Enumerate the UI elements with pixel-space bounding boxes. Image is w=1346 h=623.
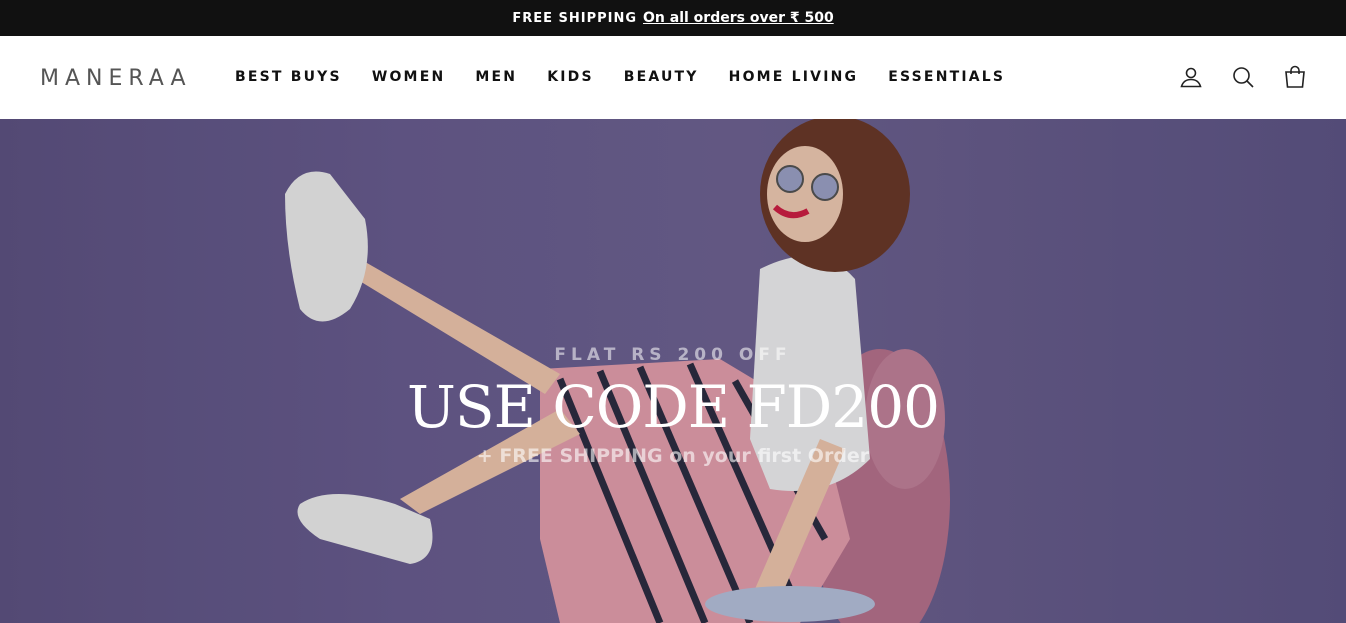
hero-banner[interactable]: FLAT RS 200 OFF USE CODE FD200 + FREE SH… — [0, 119, 1346, 623]
hero-subtitle: + FREE SHIPPING on your first Order — [476, 445, 870, 467]
nav-item-essentials[interactable]: ESSENTIALS — [888, 69, 1005, 85]
site-header: MANERAA BEST BUYS WOMEN MEN KIDS BEAUTY … — [0, 36, 1346, 119]
search-icon[interactable] — [1230, 64, 1256, 90]
logo[interactable]: MANERAA — [40, 66, 192, 91]
account-icon[interactable] — [1178, 64, 1204, 90]
hero-text-block: FLAT RS 200 OFF USE CODE FD200 + FREE SH… — [0, 345, 1346, 467]
nav-item-best-buys[interactable]: BEST BUYS — [235, 69, 342, 85]
nav-item-kids[interactable]: KIDS — [547, 69, 594, 85]
nav-item-women[interactable]: WOMEN — [372, 69, 446, 85]
hero-title: USE CODE FD200 — [406, 373, 940, 441]
main-nav: BEST BUYS WOMEN MEN KIDS BEAUTY HOME LIV… — [235, 69, 1035, 85]
nav-item-home-living[interactable]: HOME LIVING — [729, 69, 859, 85]
announcement-bar: FREE SHIPPING On all orders over ₹ 500 — [0, 0, 1346, 36]
nav-item-beauty[interactable]: BEAUTY — [624, 69, 699, 85]
header-icons — [1178, 64, 1308, 90]
hero-eyebrow: FLAT RS 200 OFF — [554, 345, 792, 365]
announcement-lead: FREE SHIPPING — [512, 10, 638, 26]
nav-item-men[interactable]: MEN — [475, 69, 517, 85]
cart-icon[interactable] — [1282, 64, 1308, 90]
announcement-link[interactable]: On all orders over ₹ 500 — [643, 10, 834, 26]
